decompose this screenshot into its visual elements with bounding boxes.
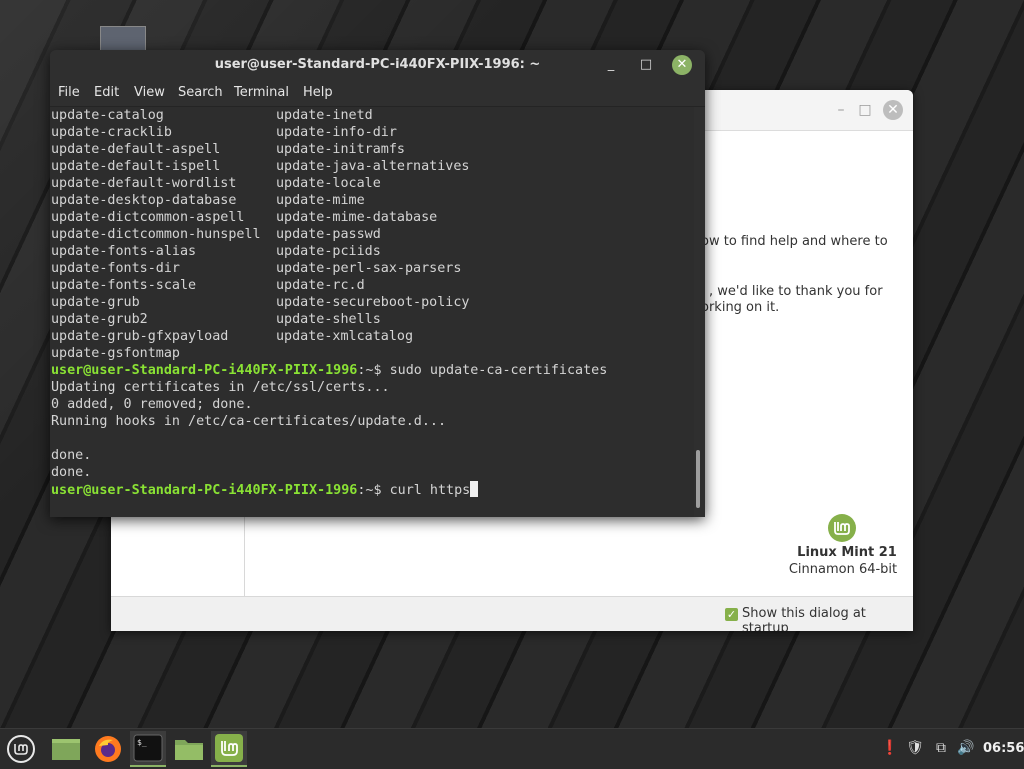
minimize-icon[interactable]: _	[601, 55, 621, 75]
command-name: update-fonts-alias	[51, 244, 197, 259]
command-name: update-default-ispell	[51, 159, 221, 174]
distro-name: Linux Mint 21	[797, 545, 897, 560]
mint-menu-icon	[7, 735, 35, 763]
command-name: update-passwd	[276, 227, 381, 242]
startup-checkbox-label[interactable]: Show this dialog at startup	[742, 606, 913, 631]
command-name: update-inetd	[276, 108, 373, 123]
maximize-icon[interactable]: □	[636, 55, 656, 75]
command-name: update-grub	[51, 295, 140, 310]
command-name: update-dictcommon-aspell	[51, 210, 245, 225]
command-name: update-dictcommon-hunspell	[51, 227, 261, 242]
distro-edition: Cinnamon 64-bit	[788, 562, 898, 577]
command-name: update-java-alternatives	[276, 159, 470, 174]
notifications-icon[interactable]: ❗	[881, 739, 899, 757]
taskbar: $_ ❗ 🛡 ⧉ 🔊 06:56	[0, 728, 1024, 769]
firefox-icon	[95, 736, 121, 762]
command-name: update-xmlcatalog	[276, 329, 414, 344]
command-name: update-rc.d	[276, 278, 365, 293]
terminal-launcher[interactable]: $_	[130, 731, 166, 767]
prompt-user: user@user-Standard-PC-i440FX-PIIX-1996	[51, 363, 358, 378]
welcome-text: ow to find help and where to	[701, 234, 888, 249]
menu-button[interactable]	[3, 731, 39, 767]
network-icon[interactable]: ⧉	[932, 739, 950, 757]
command-name: update-locale	[276, 176, 381, 191]
scrollbar[interactable]	[696, 450, 700, 508]
close-icon[interactable]: ✕	[883, 100, 903, 120]
welcome-text: orking on it.	[701, 300, 780, 315]
menu-help[interactable]: Help	[303, 80, 333, 106]
startup-checkbox[interactable]: ✓	[725, 608, 738, 621]
command-name: update-default-wordlist	[51, 176, 237, 191]
linux-mint-logo-icon	[828, 514, 856, 542]
minimize-icon[interactable]: –	[831, 100, 851, 120]
menu-view[interactable]: View	[134, 80, 165, 106]
text-cursor	[470, 481, 479, 497]
command-name: update-grub-gfxpayload	[51, 329, 229, 344]
command-name: update-default-aspell	[51, 142, 221, 157]
output-line: done.	[51, 465, 92, 480]
menubar: File Edit View Search Terminal Help	[50, 80, 705, 107]
command-name: update-gsfontmap	[51, 346, 180, 361]
command-text: sudo update-ca-certificates	[389, 363, 608, 378]
prompt-line: user@user-Standard-PC-i440FX-PIIX-1996:~…	[51, 362, 607, 379]
command-name: update-fonts-dir	[51, 261, 180, 276]
maximize-icon[interactable]: □	[855, 100, 875, 120]
svg-text:$_: $_	[137, 738, 147, 747]
command-name: update-catalog	[51, 108, 164, 123]
terminal-output[interactable]: update-catalog update-inetd update-crackl…	[50, 107, 694, 517]
command-name: update-pciids	[276, 244, 381, 259]
output-line: 0 added, 0 removed; done.	[51, 397, 253, 412]
output-line: Updating certificates in /etc/ssl/certs.…	[51, 380, 390, 395]
command-name: update-perl-sax-parsers	[276, 261, 462, 276]
prompt-suffix: :~$	[357, 483, 390, 498]
menu-file[interactable]: File	[58, 80, 80, 106]
desktop-icon	[52, 739, 80, 760]
menu-terminal[interactable]: Terminal	[234, 80, 289, 106]
prompt-suffix: :~$	[357, 363, 390, 378]
command-input[interactable]: curl https	[390, 483, 471, 498]
output-line: Running hooks in /etc/ca-certificates/up…	[51, 414, 447, 429]
desktop-drive-icon[interactable]	[100, 26, 146, 53]
command-name: update-mime-database	[276, 210, 438, 225]
prompt-line[interactable]: user@user-Standard-PC-i440FX-PIIX-1996:~…	[51, 481, 479, 498]
firefox-launcher[interactable]	[90, 731, 126, 767]
mint-welcome-icon	[215, 734, 243, 762]
menu-edit[interactable]: Edit	[94, 80, 119, 106]
menu-search[interactable]: Search	[178, 80, 223, 106]
welcome-launcher[interactable]	[211, 731, 247, 767]
command-name: update-desktop-database	[51, 193, 237, 208]
command-name: update-grub2	[51, 312, 148, 327]
volume-icon[interactable]: 🔊	[957, 739, 975, 757]
files-launcher[interactable]	[171, 731, 207, 767]
command-name: update-initramfs	[276, 142, 405, 157]
folder-icon	[175, 740, 203, 760]
output-line: done.	[51, 448, 92, 463]
update-shield-icon[interactable]: 🛡	[906, 739, 924, 757]
command-name: update-secureboot-policy	[276, 295, 470, 310]
show-desktop-button[interactable]	[48, 731, 84, 767]
terminal-titlebar[interactable]: user@user-Standard-PC-i440FX-PIIX-1996: …	[50, 50, 705, 80]
terminal-window: user@user-Standard-PC-i440FX-PIIX-1996: …	[50, 50, 705, 517]
command-name: update-fonts-scale	[51, 278, 197, 293]
clock[interactable]: 06:56	[983, 729, 1024, 769]
command-name: update-shells	[276, 312, 381, 327]
prompt-user: user@user-Standard-PC-i440FX-PIIX-1996	[51, 483, 358, 498]
terminal-icon: $_	[133, 734, 163, 762]
command-name: update-info-dir	[276, 125, 397, 140]
command-name: update-cracklib	[51, 125, 172, 140]
welcome-text: , we'd like to thank you for	[709, 284, 883, 299]
command-name: update-mime	[276, 193, 365, 208]
close-icon[interactable]: ✕	[672, 55, 692, 75]
